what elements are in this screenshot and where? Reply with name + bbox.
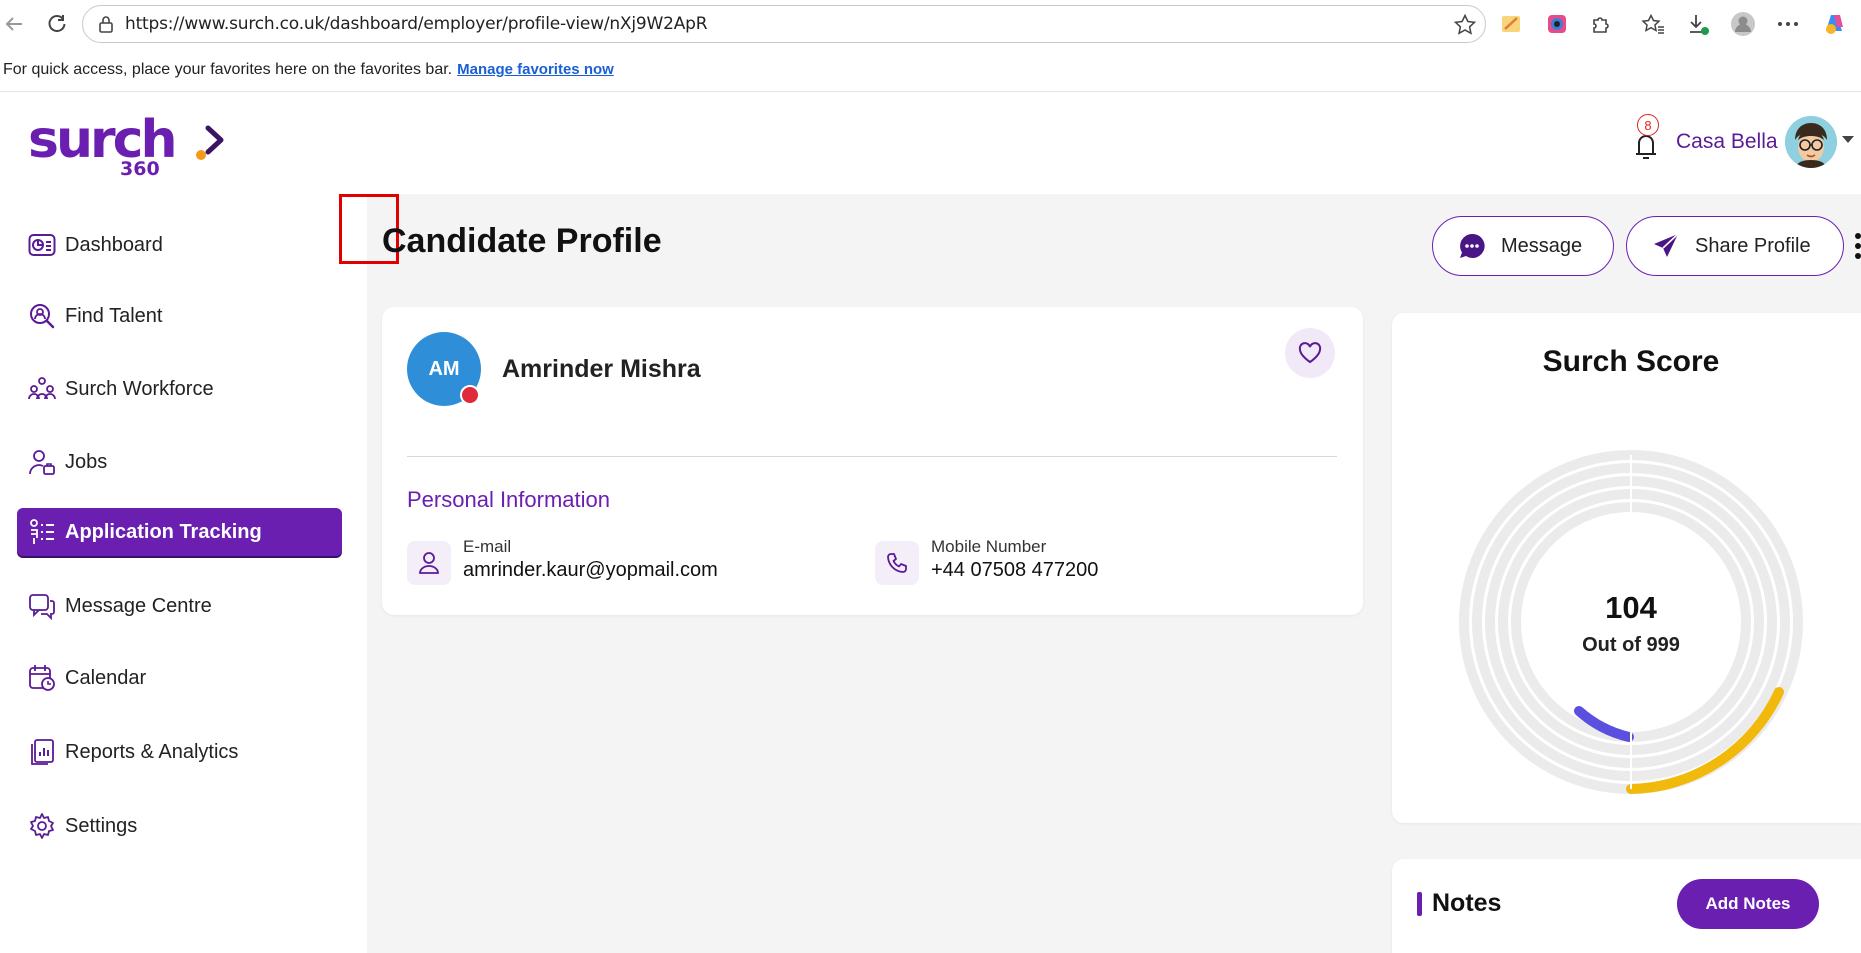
user-name[interactable]: Casa Bella: [1676, 130, 1778, 154]
sidebar-item-find-talent[interactable]: Find Talent: [17, 292, 342, 340]
notes-card: Notes Add Notes: [1392, 859, 1861, 953]
main-content: Candidate Profile Message Share Profile …: [339, 194, 1861, 953]
surch-logo[interactable]: surch 360: [28, 112, 206, 180]
email-info: E-mail amrinder.kaur@yopmail.com: [407, 537, 787, 587]
favorite-star-icon[interactable]: [1453, 13, 1477, 37]
candidate-name: Amrinder Mishra: [502, 355, 701, 383]
logo-number: 360: [120, 158, 160, 180]
email-value[interactable]: amrinder.kaur@yopmail.com: [463, 559, 718, 582]
candidate-profile-card: AM Amrinder Mishra Personal Information …: [382, 307, 1363, 615]
refresh-icon[interactable]: [43, 10, 71, 38]
sidebar-item-label: Find Talent: [65, 304, 163, 327]
score-value: 104: [1605, 590, 1657, 625]
profile-icon[interactable]: [1729, 10, 1757, 38]
favorite-button[interactable]: [1285, 328, 1335, 378]
favorites-hint: For quick access, place your favorites h…: [3, 60, 453, 78]
sidebar-item-application-tracking[interactable]: Application Tracking: [17, 508, 342, 556]
sidebar-item-calendar[interactable]: Calendar: [17, 654, 342, 702]
notes-accent-bar: [1417, 892, 1422, 916]
sidebar-item-label: Jobs: [65, 450, 108, 473]
sidebar-item-label: Dashboard: [65, 233, 163, 256]
reports-icon: [27, 737, 57, 767]
surch-score-card: Surch Score 104 Out of 999: [1392, 313, 1861, 823]
mobile-info: Mobile Number +44 07508 477200: [875, 537, 1255, 587]
score-out-of: Out of 999: [1582, 634, 1680, 656]
sidebar-item-jobs[interactable]: Jobs: [17, 438, 342, 486]
sidebar-item-dashboard[interactable]: Dashboard: [17, 221, 342, 269]
section-title: Personal Information: [407, 487, 610, 512]
notification-badge: 8: [1637, 114, 1659, 136]
heart-icon: [1298, 342, 1322, 364]
jobs-icon: [27, 447, 57, 477]
sidebar-item-label: Application Tracking: [65, 520, 262, 543]
lock-icon[interactable]: [95, 13, 117, 35]
email-label: E-mail: [463, 537, 512, 556]
send-icon: [1651, 231, 1681, 261]
sidebar-item-label: Settings: [65, 814, 138, 837]
url-text[interactable]: https://www.surch.co.uk/dashboard/employ…: [125, 14, 708, 34]
add-notes-button[interactable]: Add Notes: [1677, 879, 1819, 929]
more-options-icon[interactable]: [1774, 10, 1802, 38]
workforce-icon: [27, 374, 57, 404]
favorites-icon[interactable]: [1639, 10, 1667, 38]
manage-favorites-link[interactable]: Manage favorites now: [457, 61, 614, 78]
page-title: Candidate Profile: [382, 222, 662, 260]
message-button-label: Message: [1501, 234, 1583, 257]
mobile-label: Mobile Number: [931, 537, 1047, 556]
copilot-icon[interactable]: [1820, 10, 1848, 38]
chevron-right-icon[interactable]: [200, 122, 230, 158]
share-profile-button-label: Share Profile: [1695, 234, 1811, 257]
share-profile-button[interactable]: Share Profile: [1626, 216, 1844, 276]
favorites-bar: For quick access, place your favorites h…: [0, 48, 1861, 92]
score-title: Surch Score: [1542, 345, 1720, 378]
chevron-down-icon[interactable]: [1842, 136, 1854, 143]
avatar[interactable]: [1785, 116, 1837, 168]
back-icon[interactable]: [0, 10, 28, 38]
calendar-icon: [27, 663, 57, 693]
kebab-menu-icon[interactable]: [1855, 232, 1861, 260]
message-button[interactable]: Message: [1432, 216, 1614, 276]
sidebar-item-label: Calendar: [65, 666, 147, 689]
phone-icon: [875, 541, 919, 585]
status-indicator: [460, 385, 480, 405]
divider: [407, 456, 1337, 457]
address-bar[interactable]: https://www.surch.co.uk/dashboard/employ…: [82, 5, 1486, 43]
sidebar-item-label: Reports & Analytics: [65, 740, 239, 763]
sidebar-item-settings[interactable]: Settings: [17, 802, 342, 850]
app-header: surch 360 8 Casa Bella: [0, 92, 1861, 194]
sidebar-item-surch-workforce[interactable]: Surch Workforce: [17, 365, 342, 413]
application-tracking-icon: [27, 517, 57, 547]
mobile-value[interactable]: +44 07508 477200: [931, 559, 1098, 582]
color-picker-extension-icon[interactable]: [1543, 10, 1571, 38]
notes-title: Notes: [1432, 889, 1502, 917]
sidebar: Dashboard Find Talent Surch Workforce Jo…: [0, 194, 367, 953]
sidebar-item-label: Surch Workforce: [65, 377, 214, 400]
extension-icon[interactable]: [1497, 10, 1525, 38]
sidebar-item-reports-analytics[interactable]: Reports & Analytics: [17, 728, 342, 776]
find-talent-icon: [27, 301, 57, 331]
user-icon: [407, 541, 451, 585]
browser-toolbar: https://www.surch.co.uk/dashboard/employ…: [0, 0, 1861, 48]
puzzle-extensions-icon[interactable]: [1587, 10, 1615, 38]
settings-icon: [27, 811, 57, 841]
chat-icon: [1457, 231, 1487, 261]
dashboard-icon: [27, 230, 57, 260]
sidebar-item-label: Message Centre: [65, 594, 212, 617]
message-centre-icon: [27, 591, 57, 621]
sidebar-item-message-centre[interactable]: Message Centre: [17, 582, 342, 630]
downloads-icon[interactable]: [1684, 10, 1712, 38]
